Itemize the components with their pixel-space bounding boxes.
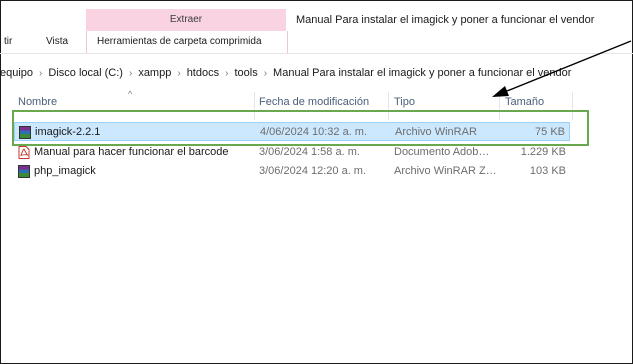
tab-vista[interactable]: Vista xyxy=(46,34,68,50)
file-name: Manual para hacer funcionar el barcode xyxy=(34,146,229,158)
file-name: php_imagick xyxy=(34,165,96,177)
breadcrumb-current-folder[interactable]: Manual Para instalar el imagick y poner … xyxy=(273,67,571,79)
breadcrumb-equipo[interactable]: equipo xyxy=(0,67,33,79)
chevron-right-icon[interactable]: › xyxy=(129,68,132,79)
tab-compartir-partial[interactable]: tir xyxy=(4,34,12,50)
chevron-right-icon[interactable]: › xyxy=(264,68,267,79)
file-size: 103 KB xyxy=(529,165,566,177)
file-size: 1.229 KB xyxy=(520,146,566,158)
chevron-right-icon[interactable]: › xyxy=(177,68,180,79)
chevron-right-icon[interactable]: › xyxy=(225,68,228,79)
ribbon: Extraer tir Vista Herramientas de carpet… xyxy=(0,0,633,56)
breadcrumb-xampp[interactable]: xampp xyxy=(138,67,171,79)
pdf-document-icon xyxy=(18,146,30,159)
window-title: Manual Para instalar el imagick y poner … xyxy=(296,14,595,26)
file-row-php-imagick[interactable]: php_imagick 3/06/2024 12:20 a. m. Archiv… xyxy=(14,162,570,181)
sort-ascending-icon: ^ xyxy=(128,89,133,99)
tab-herramientas-carpeta-comprimida[interactable]: Herramientas de carpeta comprimida xyxy=(97,34,262,50)
chevron-right-icon[interactable]: › xyxy=(39,68,42,79)
file-date: 3/06/2024 1:58 a. m. xyxy=(259,146,360,158)
ribbon-divider xyxy=(0,53,633,54)
winrar-zip-icon xyxy=(18,165,30,178)
breadcrumb-disco-local[interactable]: Disco local (C:) xyxy=(48,67,123,79)
context-group-extraer: Extraer xyxy=(86,9,286,31)
file-date: 3/06/2024 12:20 a. m. xyxy=(259,165,367,177)
file-type: Documento Adob… xyxy=(394,146,490,158)
breadcrumb-htdocs[interactable]: htdocs xyxy=(187,67,219,79)
file-type: Archivo WinRAR Z… xyxy=(394,165,497,177)
breadcrumb[interactable]: equipo › Disco local (C:) › xampp › htdo… xyxy=(0,62,633,84)
breadcrumb-tools[interactable]: tools xyxy=(234,67,257,79)
highlight-box xyxy=(12,110,589,146)
